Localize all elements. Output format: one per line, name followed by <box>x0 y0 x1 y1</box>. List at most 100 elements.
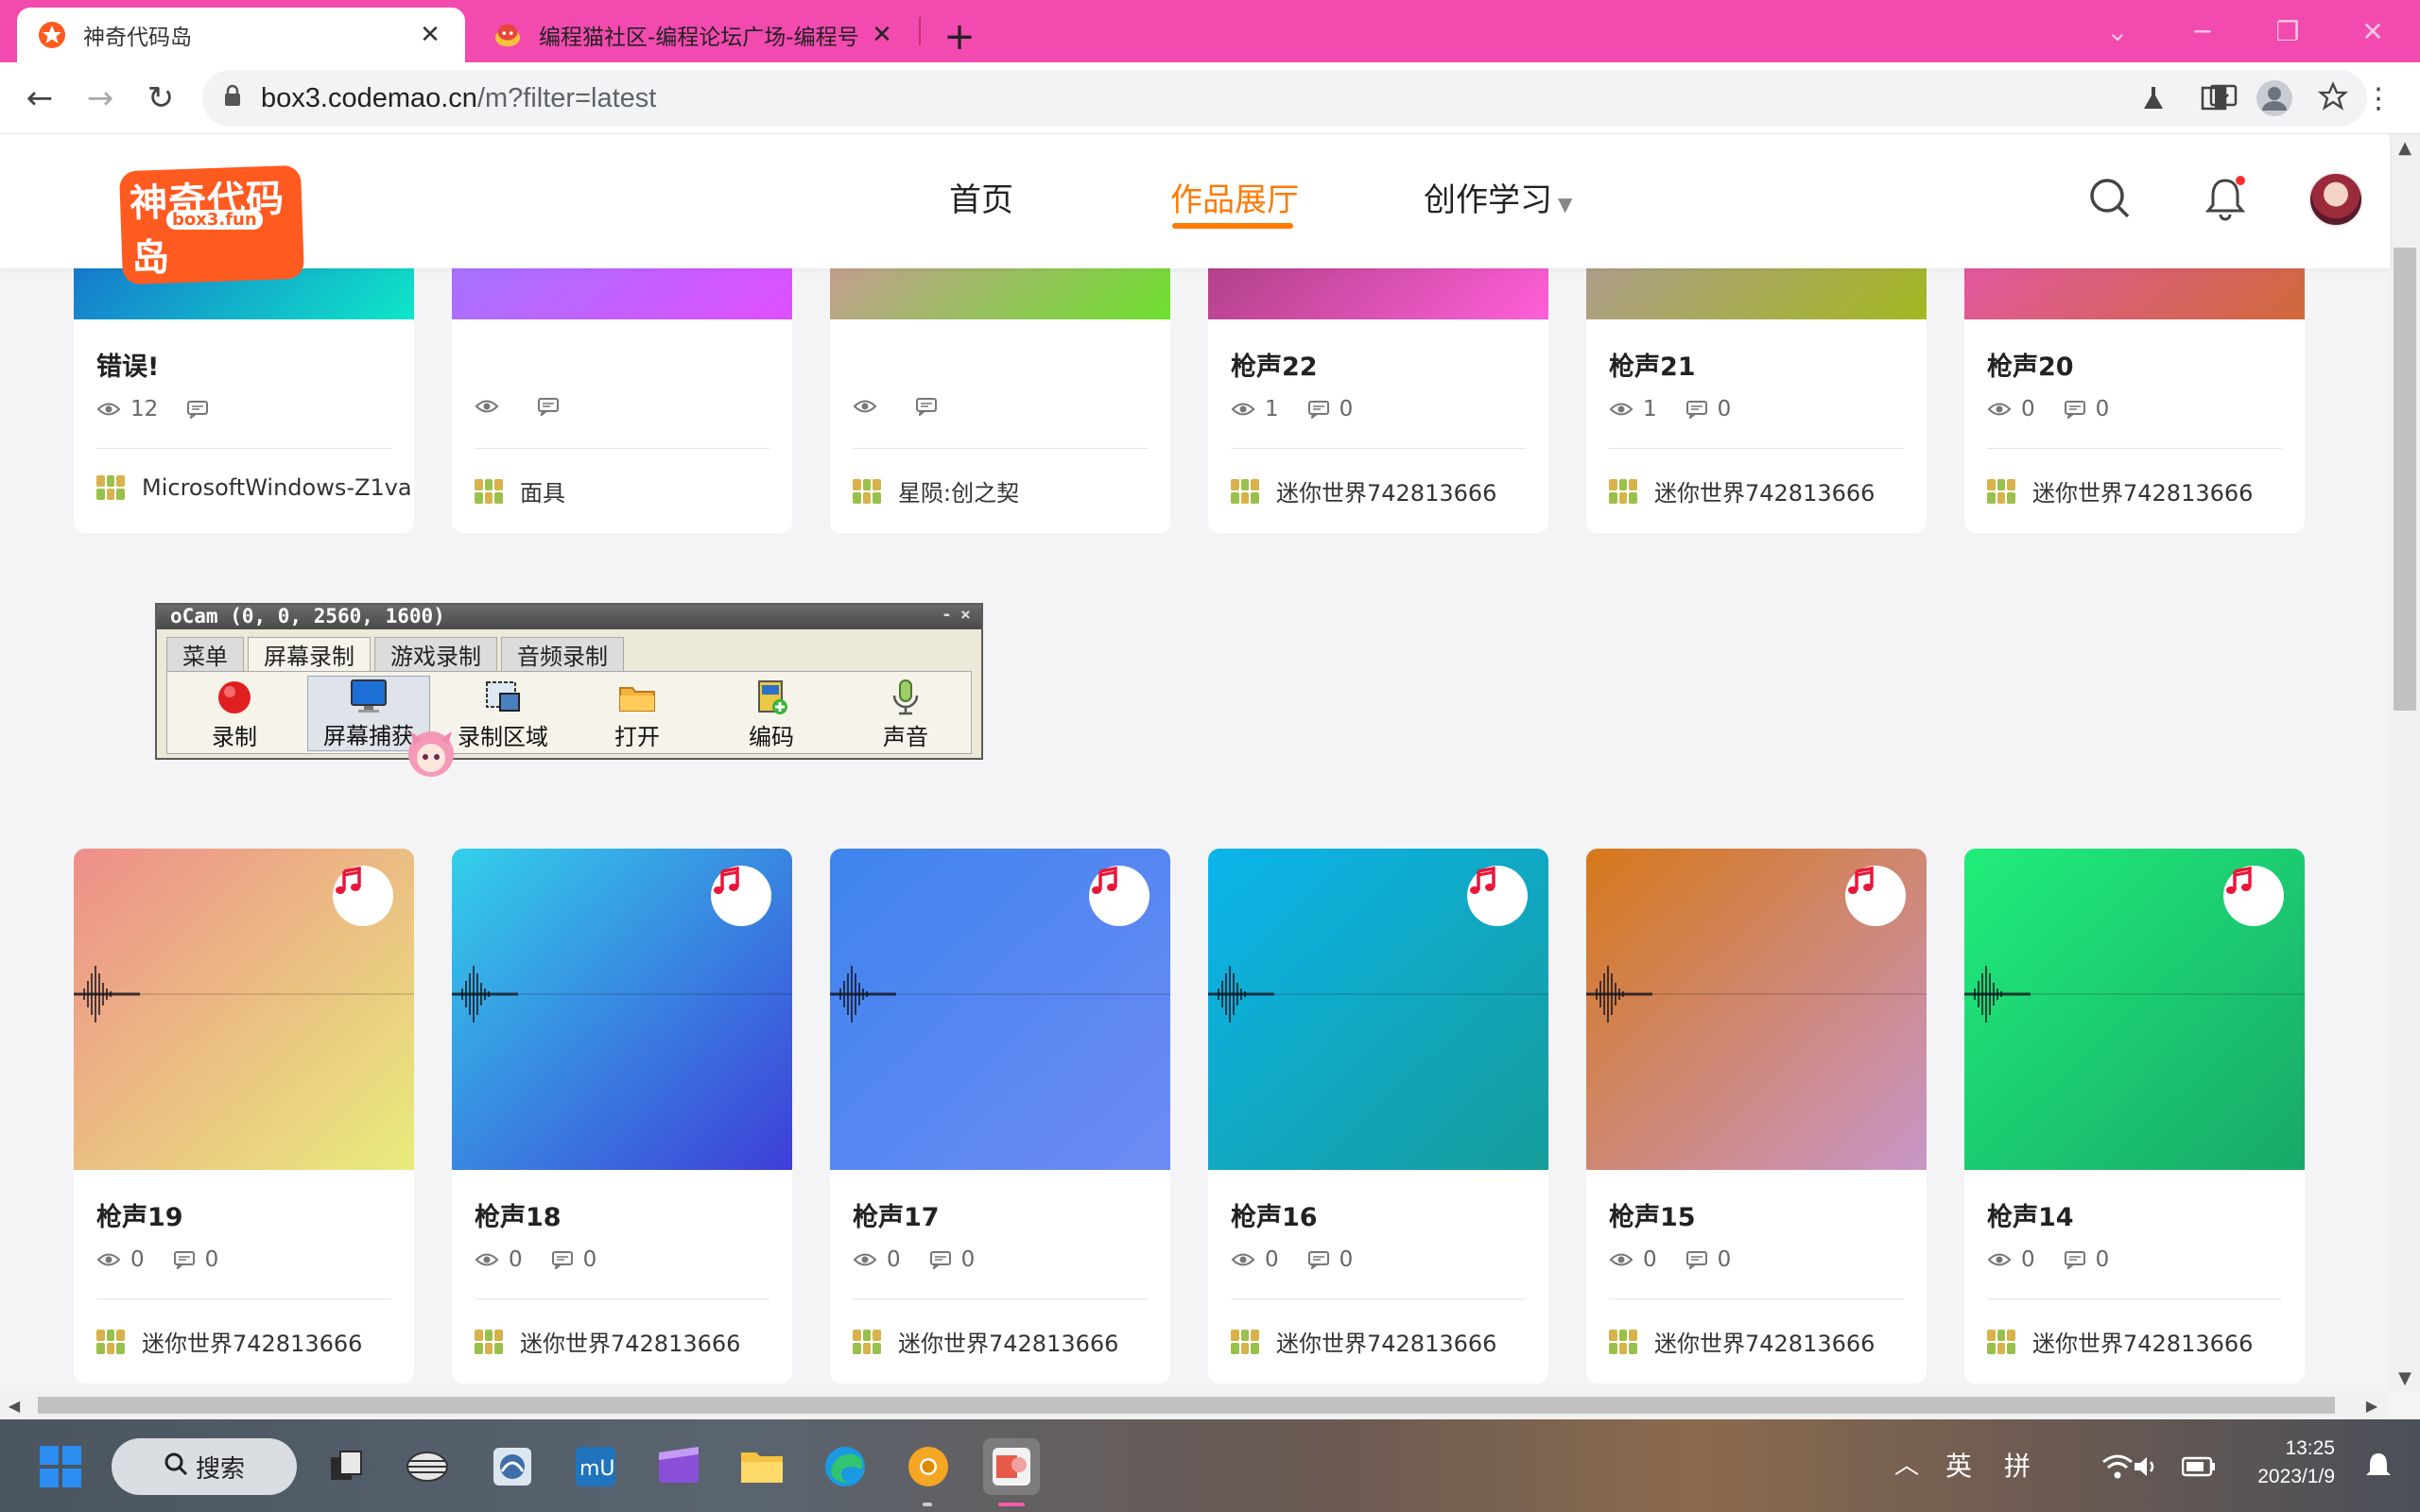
work-author[interactable]: 星陨:创之契 <box>853 474 1019 507</box>
file-explorer-icon[interactable] <box>734 1438 790 1495</box>
work-title[interactable]: 枪声15 <box>1609 1196 1696 1233</box>
work-title[interactable]: 枪声21 <box>1609 346 1696 383</box>
ime-mode[interactable]: 拼 <box>2004 1446 2031 1484</box>
browser-menu-icon[interactable]: ⋮ <box>2356 76 2401 121</box>
back-icon[interactable]: ← <box>17 76 62 121</box>
work-title[interactable]: 枪声17 <box>853 1196 940 1233</box>
work-cover[interactable] <box>74 849 414 1170</box>
work-cover[interactable] <box>830 849 1170 1170</box>
work-cover[interactable] <box>830 268 1170 319</box>
search-icon[interactable] <box>2083 172 2136 225</box>
tray-chevron-up-icon[interactable]: ︿ <box>1894 1446 1919 1481</box>
ocam-close-icon[interactable]: × <box>960 605 971 625</box>
ocam-tab-screen-record[interactable]: 屏幕录制 <box>248 637 371 671</box>
system-clock[interactable]: 13:25 2023/1/9 <box>2231 1435 2335 1491</box>
work-cover[interactable] <box>1586 849 1927 1170</box>
work-author[interactable]: 迷你世界742813666 <box>1609 1325 1875 1358</box>
new-tab-button[interactable]: + <box>936 13 983 60</box>
work-author[interactable]: 迷你世界742813666 <box>96 1325 362 1358</box>
scroll-right-arrow-icon[interactable]: ▶ <box>2358 1391 2386 1419</box>
work-card[interactable]: 枪声15 0 0 迷你世界742813666 <box>1586 849 1927 1383</box>
work-title[interactable]: 枪声19 <box>96 1196 183 1233</box>
reload-icon[interactable]: ↻ <box>138 76 183 121</box>
ocam-encode-button[interactable]: 编码 <box>710 676 833 751</box>
minimize-icon[interactable]: ─ <box>2165 8 2240 55</box>
work-author[interactable]: 迷你世界742813666 <box>1609 474 1875 507</box>
work-title[interactable]: 枪声14 <box>1987 1196 2074 1233</box>
close-icon[interactable]: ✕ <box>416 21 444 49</box>
ocam-tab-menu[interactable]: 菜单 <box>166 637 244 671</box>
address-bar[interactable]: box3.codemao.cn/m?filter=latest <box>202 70 2367 127</box>
side-panel-icon[interactable] <box>2191 76 2237 121</box>
work-title[interactable]: 枪声22 <box>1231 346 1318 383</box>
work-cover[interactable] <box>1208 268 1548 319</box>
work-author[interactable]: MicrosoftWindows-Z1va <box>96 474 412 501</box>
tab-codemao[interactable]: 编程猫社区-编程论坛广场-编程号 ✕ <box>473 8 917 62</box>
work-cover[interactable] <box>1964 849 2305 1170</box>
taskbar-search-button[interactable]: 搜索 <box>112 1438 297 1495</box>
notification-bell-icon[interactable] <box>2199 172 2252 225</box>
work-author[interactable]: 迷你世界742813666 <box>1987 474 2253 507</box>
notification-center-icon[interactable] <box>2350 1438 2407 1495</box>
nav-gallery[interactable]: 作品展厅 <box>1170 174 1299 220</box>
work-title[interactable]: 枪声16 <box>1231 1196 1318 1233</box>
work-author[interactable]: 迷你世界742813666 <box>475 1325 740 1358</box>
work-cover[interactable] <box>1586 268 1927 319</box>
work-card[interactable]: 星陨:创之契 <box>830 268 1170 533</box>
widgets-icon[interactable] <box>399 1438 456 1495</box>
app-clipchamp-icon[interactable] <box>650 1438 707 1495</box>
work-author[interactable]: 迷你世界742813666 <box>853 1325 1118 1358</box>
scroll-up-arrow-icon[interactable]: ▲ <box>2390 134 2420 161</box>
profile-icon[interactable] <box>2252 76 2297 121</box>
ocam-minimize-icon[interactable]: - <box>942 605 952 625</box>
work-cover[interactable] <box>452 849 792 1170</box>
window-close-icon[interactable]: ✕ <box>2335 8 2411 55</box>
tab-shenqi[interactable]: 神奇代码岛 ✕ <box>17 8 465 62</box>
work-author[interactable]: 迷你世界742813666 <box>1231 1325 1496 1358</box>
work-title[interactable]: 错误! <box>96 346 159 383</box>
volume-icon[interactable] <box>2118 1438 2174 1495</box>
edge-browser-icon[interactable] <box>817 1438 873 1495</box>
user-avatar[interactable] <box>2308 172 2363 227</box>
work-card[interactable]: 枪声19 0 0 迷你世界742813666 <box>74 849 414 1383</box>
app-musescore-icon[interactable]: mU <box>567 1438 624 1495</box>
work-cover[interactable] <box>1208 849 1548 1170</box>
tab-search-chevron-icon[interactable]: ⌄ <box>2080 8 2155 55</box>
work-card[interactable]: 枪声17 0 0 迷你世界742813666 <box>830 849 1170 1383</box>
work-card[interactable]: 枪声14 0 0 迷你世界742813666 <box>1964 849 2305 1383</box>
work-card[interactable]: 枪声22 1 0 迷你世界742813666 <box>1208 268 1548 533</box>
forward-icon[interactable]: → <box>78 76 123 121</box>
work-card[interactable]: 面具 <box>452 268 792 533</box>
work-card[interactable]: 错误! 12 MicrosoftWindows-Z1va <box>74 268 414 533</box>
restore-icon[interactable]: ❐ <box>2250 8 2325 55</box>
work-card[interactable]: 枪声16 0 0 迷你世界742813666 <box>1208 849 1548 1383</box>
nav-home[interactable]: 首页 <box>949 174 1013 220</box>
site-logo[interactable]: 神奇代码岛 box3.fun <box>118 164 305 285</box>
vertical-scrollbar[interactable]: ▲ ▼ <box>2390 134 2420 1391</box>
close-icon[interactable]: ✕ <box>868 21 896 49</box>
ocam-sound-button[interactable]: 声音 <box>844 676 967 751</box>
horizontal-scrollbar[interactable]: ◀ ▶ <box>0 1391 2390 1419</box>
ocam-record-button[interactable]: 录制 <box>173 676 296 751</box>
ocam-tab-audio-record[interactable]: 音频录制 <box>501 637 624 671</box>
chrome-canary-icon[interactable] <box>900 1438 957 1495</box>
ocam-titlebar[interactable]: oCam (0, 0, 2560, 1600) - × <box>157 605 981 629</box>
app-photos-icon[interactable] <box>484 1438 541 1495</box>
work-title[interactable]: 枪声20 <box>1987 346 2074 383</box>
work-title[interactable]: 枪声18 <box>475 1196 562 1233</box>
work-card[interactable]: 枪声21 1 0 迷你世界742813666 <box>1586 268 1927 533</box>
work-author[interactable]: 迷你世界742813666 <box>1231 474 1496 507</box>
vertical-scroll-thumb[interactable] <box>2394 248 2416 711</box>
ime-language[interactable]: 英 <box>1945 1446 1972 1484</box>
labs-flask-icon[interactable] <box>2131 76 2176 121</box>
ocam-taskbar-icon[interactable] <box>983 1438 1040 1495</box>
work-cover[interactable] <box>1964 268 2305 319</box>
work-author[interactable]: 迷你世界742813666 <box>1987 1325 2253 1358</box>
work-card[interactable]: 枪声20 0 0 迷你世界742813666 <box>1964 268 2305 533</box>
task-view-icon[interactable] <box>318 1438 374 1495</box>
bookmark-star-icon[interactable] <box>2317 81 2349 115</box>
battery-icon[interactable] <box>2170 1438 2227 1495</box>
work-author[interactable]: 面具 <box>475 474 565 507</box>
nav-learn[interactable]: 创作学习 ▼ <box>1424 174 1572 220</box>
ocam-region-button[interactable]: 录制区域 <box>441 676 564 751</box>
